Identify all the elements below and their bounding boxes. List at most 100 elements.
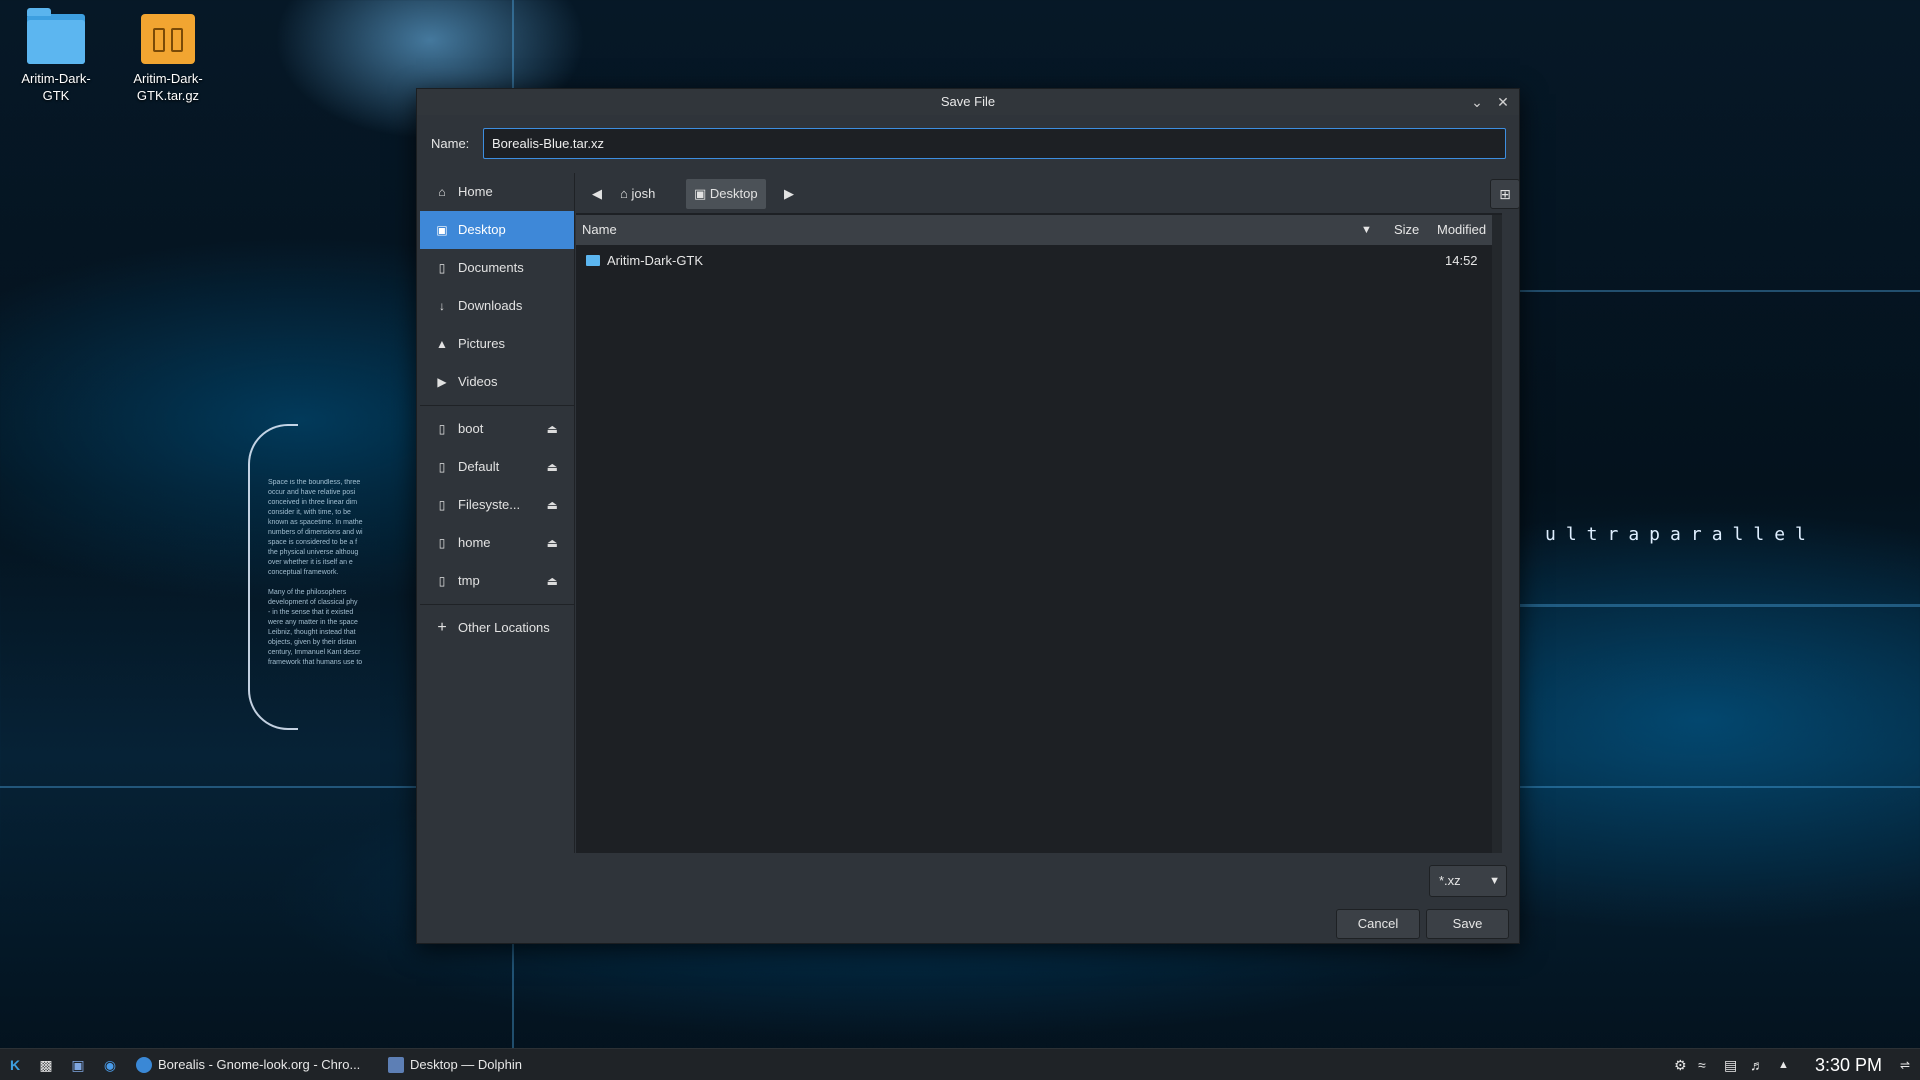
sidebar-item-label: Home: [458, 184, 493, 199]
sidebar-item-filesystem[interactable]: ▯ Filesyste... ⏏: [420, 486, 574, 524]
path-segment-label: josh: [631, 186, 656, 201]
clock[interactable]: 3:30 PM: [1815, 1049, 1882, 1080]
sidebar-item-label: Filesyste...: [458, 497, 521, 512]
eject-icon[interactable]: ⏏: [547, 562, 558, 600]
home-icon: ⌂: [438, 185, 446, 199]
chevron-left-icon: ◀: [592, 186, 602, 201]
taskbar-task-chrome[interactable]: Borealis - Gnome-look.org - Chro...: [134, 1049, 360, 1080]
desktop-icon: ▣: [436, 223, 448, 237]
volume-icon[interactable]: ♬: [1750, 1049, 1764, 1080]
sidebar-item-label: Documents: [458, 260, 524, 275]
sidebar-item-downloads[interactable]: ↓ Downloads: [420, 287, 574, 325]
home-icon: ⌂: [620, 186, 628, 201]
folder-icon: [586, 255, 600, 266]
wallpaper-text: ultraparallel: [1545, 524, 1816, 545]
scrollbar[interactable]: [1492, 215, 1502, 853]
path-segment-desktop[interactable]: ▣ Desktop: [686, 179, 766, 209]
minimize-icon[interactable]: ⌄: [1465, 89, 1489, 115]
drive-icon: ▯: [438, 498, 446, 512]
panel-options-icon[interactable]: ⇌: [1900, 1049, 1910, 1080]
cancel-button[interactable]: Cancel: [1336, 909, 1420, 939]
column-name[interactable]: Name: [582, 215, 617, 245]
sidebar-item-label: boot: [458, 421, 484, 436]
clipboard-icon[interactable]: ▤: [1724, 1049, 1737, 1080]
plus-icon: +: [437, 619, 447, 636]
video-icon: ▶: [437, 375, 447, 389]
task-label: Borealis - Gnome-look.org - Chro...: [158, 1057, 361, 1072]
sidebar-item-boot[interactable]: ▯ boot ⏏: [420, 410, 574, 448]
file-manager-icon[interactable]: ▣: [69, 1056, 87, 1074]
eject-icon[interactable]: ⏏: [547, 524, 558, 562]
path-bar: ◀ ⌂ josh ▣ Desktop ▶ ⊞: [576, 173, 1520, 213]
desktop-icon-label: Aritim-Dark-GTK: [21, 71, 91, 103]
sidebar-item-home-volume[interactable]: ▯ home ⏏: [420, 524, 574, 562]
sidebar-item-tmp[interactable]: ▯ tmp ⏏: [420, 562, 574, 600]
sidebar-item-documents[interactable]: ▯ Documents: [420, 249, 574, 287]
taskbar-task-dolphin[interactable]: Desktop — Dolphin: [386, 1049, 522, 1080]
document-icon: ▯: [438, 261, 446, 275]
wifi-icon[interactable]: ≈: [1698, 1049, 1706, 1080]
create-folder-button[interactable]: ⊞: [1490, 179, 1520, 209]
drive-icon: ▯: [438, 422, 446, 436]
dialog-footer: *.xz ▼ Cancel Save: [417, 857, 1519, 945]
sidebar-item-desktop[interactable]: ▣ Desktop: [420, 211, 574, 249]
column-modified[interactable]: Modified: [1437, 215, 1486, 245]
path-forward-button[interactable]: ▶: [776, 179, 802, 209]
sidebar-separator: [420, 405, 574, 406]
sidebar-item-label: Videos: [458, 374, 498, 389]
drive-icon: ▯: [438, 460, 446, 474]
chevron-down-icon: ▼: [1489, 875, 1500, 887]
sidebar-item-label: Desktop: [458, 222, 506, 237]
desktop-icon-archive[interactable]: Aritim-Dark-GTK.tar.gz: [120, 14, 216, 104]
taskbar: K ▩ ▣ ◉ Borealis - Gnome-look.org - Chro…: [0, 1048, 1920, 1080]
browser-icon[interactable]: ◉: [101, 1056, 119, 1074]
sidebar-item-other-locations[interactable]: + Other Locations: [420, 609, 574, 647]
sidebar-item-label: tmp: [458, 573, 480, 588]
sidebar-item-home[interactable]: ⌂ Home: [420, 173, 574, 211]
column-size[interactable]: Size: [1394, 215, 1419, 245]
column-header: Name ▼ Size Modified: [576, 215, 1492, 245]
filename-input[interactable]: Borealis-Blue.tar.xz: [483, 128, 1506, 159]
new-folder-icon: ⊞: [1499, 186, 1511, 202]
desktop-icon-folder[interactable]: Aritim-Dark-GTK: [8, 8, 104, 104]
download-icon: ↓: [439, 299, 445, 313]
wallpaper-paragraph: Space is the boundless, three occur and …: [268, 479, 363, 666]
desktop-icon: ▣: [694, 186, 707, 201]
file-type-filter[interactable]: *.xz ▼: [1429, 865, 1507, 897]
sidebar-item-label: Pictures: [458, 336, 505, 351]
file-row[interactable]: Aritim-Dark-GTK 14:52: [576, 249, 1492, 273]
dialog-titlebar[interactable]: Save File ⌄ ✕: [417, 89, 1519, 115]
sidebar-item-default[interactable]: ▯ Default ⏏: [420, 448, 574, 486]
desktop-icon-label: Aritim-Dark-GTK.tar.gz: [133, 71, 203, 103]
expand-tray-icon[interactable]: ▲: [1778, 1049, 1789, 1080]
save-button[interactable]: Save: [1426, 909, 1509, 939]
sidebar-item-pictures[interactable]: ▲ Pictures: [420, 325, 574, 363]
name-label: Name:: [431, 136, 470, 151]
path-segment-josh[interactable]: ⌂ josh: [612, 179, 663, 209]
archive-icon: [141, 14, 195, 64]
drive-icon: ▯: [438, 536, 446, 550]
eject-icon[interactable]: ⏏: [547, 486, 558, 524]
app-launcher-icon[interactable]: K: [6, 1056, 24, 1074]
drive-icon: ▯: [438, 574, 446, 588]
chrome-icon: [136, 1057, 152, 1073]
sidebar-item-label: Downloads: [458, 298, 523, 313]
sort-down-icon[interactable]: ▼: [1361, 215, 1372, 245]
settings-icon[interactable]: ⚙: [1674, 1049, 1687, 1080]
sidebar-item-videos[interactable]: ▶ Videos: [420, 363, 574, 401]
wallpaper-horizontal-line: [1520, 604, 1920, 607]
close-icon[interactable]: ✕: [1491, 89, 1515, 115]
terminal-icon[interactable]: ▩: [37, 1056, 55, 1074]
eject-icon[interactable]: ⏏: [547, 410, 558, 448]
wallpaper-horizontal-line: [1520, 290, 1920, 292]
eject-icon[interactable]: ⏏: [547, 448, 558, 486]
sidebar-item-label: home: [458, 535, 491, 550]
folder-icon: [27, 8, 85, 64]
path-back-button[interactable]: ◀: [584, 179, 610, 209]
name-row: Name: Borealis-Blue.tar.xz: [417, 127, 1519, 161]
picture-icon: ▲: [436, 337, 448, 351]
places-sidebar: ⌂ Home ▣ Desktop ▯ Documents ↓ Downloads…: [420, 173, 575, 853]
filter-value: *.xz: [1439, 873, 1461, 888]
file-name: Aritim-Dark-GTK: [607, 253, 704, 268]
file-modified: 14:52: [1445, 253, 1478, 268]
